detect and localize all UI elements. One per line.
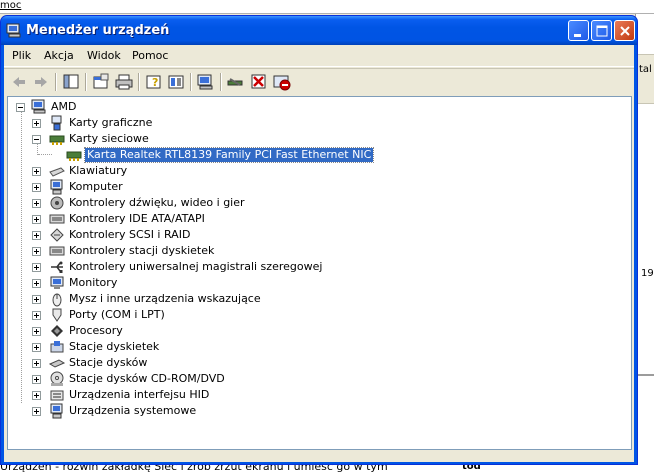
display-adapter-icon [51,115,62,131]
expand-toggle[interactable] [32,279,41,288]
window-title: Menedżer urządzeń [26,23,170,38]
title-bar[interactable]: Menedżer urządzeń [1,16,637,45]
expand-toggle[interactable] [32,359,41,368]
hid-icon [50,390,64,401]
disk-drive-icon [49,359,65,368]
sound-icon [50,196,64,210]
close-icon [620,26,630,36]
computer-icon [31,99,46,114]
network-adapter-icon [49,135,65,145]
expand-toggle[interactable] [32,343,41,352]
device-manager-window: Menedżer urządzeń Plik Akcja Widok Pomoc [0,15,638,465]
scsi-icon [50,228,64,242]
back-arrow-icon[interactable] [9,72,29,92]
expand-toggle[interactable] [32,199,41,208]
expand-toggle[interactable] [32,119,41,128]
background-text-1: tal [639,64,652,75]
floppy-drive-icon [50,341,64,353]
expand-toggle[interactable] [32,167,41,176]
update-driver-icon[interactable] [226,72,246,92]
svg-text:?: ? [152,76,158,89]
background-menu-text: moc [0,0,22,11]
uninstall-icon[interactable] [249,72,269,92]
window-client-area: Plik Akcja Widok Pomoc ? AMD Karty grafi… [4,45,634,462]
expand-toggle[interactable] [32,263,41,272]
close-button[interactable] [614,20,635,41]
expand-toggle[interactable] [32,391,41,400]
properties-icon[interactable] [91,72,111,92]
print-icon[interactable] [114,72,134,92]
monitor-icon [50,276,64,289]
expand-toggle[interactable] [32,231,41,240]
toolbar: ? [4,68,634,94]
expand-toggle[interactable] [32,311,41,320]
maximize-icon [596,25,608,37]
processor-icon [51,325,63,337]
expand-toggle[interactable] [32,327,41,336]
floppy-controller-icon [49,246,65,256]
port-icon [52,308,62,322]
device-tree[interactable]: AMD Karty graficzne Karty sieciowe Karta… [7,96,632,450]
tree-root-label: AMD [51,100,77,113]
menu-bar: Plik Akcja Widok Pomoc [4,45,634,67]
status-bar [4,452,634,462]
view-icon[interactable] [166,72,186,92]
expand-toggle[interactable] [32,295,41,304]
menu-pomoc[interactable]: Pomoc [132,49,168,62]
keyboard-icon [49,167,65,177]
computer-icon [6,23,21,38]
mouse-icon [52,293,62,307]
cdrom-icon [50,371,64,386]
collapse-toggle[interactable] [32,135,41,144]
selected-device-label: Karta Realtek RTL8139 Family PCI Fast Et… [83,147,375,163]
background-window-top: moc [0,0,654,14]
menu-widok[interactable]: Widok [87,49,121,62]
forward-arrow-icon[interactable] [31,72,51,92]
expand-toggle[interactable] [32,215,41,224]
menu-akcja[interactable]: Akcja [44,49,74,62]
system-devices-icon [50,403,63,419]
network-card-icon [66,151,82,161]
ide-controller-icon [49,214,65,224]
maximize-button[interactable] [591,20,612,41]
collapse-toggle[interactable] [16,103,25,112]
menu-plik[interactable]: Plik [12,49,31,62]
disable-device-icon[interactable] [272,72,292,92]
expand-toggle[interactable] [32,407,41,416]
show-hide-tree-icon[interactable] [61,72,81,92]
scan-hardware-icon[interactable] [196,72,216,92]
background-text-2: 19 [641,268,654,279]
computer-icon [50,179,63,195]
help-icon[interactable]: ? [144,72,164,92]
usb-icon [51,261,63,273]
expand-toggle[interactable] [32,183,41,192]
minimize-button[interactable] [568,20,589,41]
expand-toggle[interactable] [32,247,41,256]
minimize-icon [574,34,581,37]
expand-toggle[interactable] [32,375,41,384]
